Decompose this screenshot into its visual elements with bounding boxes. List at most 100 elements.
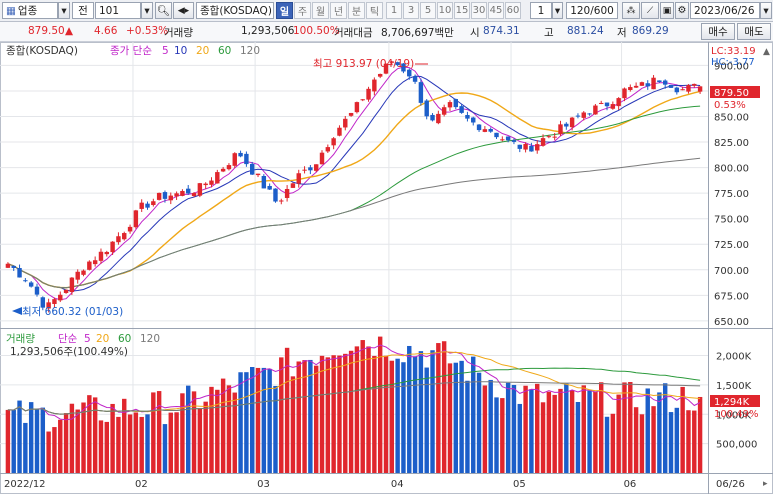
price-tick-label: 725.00	[714, 240, 749, 251]
candle-body	[325, 147, 331, 152]
volume-bar	[23, 422, 28, 473]
price-legend-ma-120: 120	[240, 45, 260, 57]
candle-body	[116, 236, 121, 243]
volume-bar	[81, 402, 86, 473]
candle-body	[412, 76, 418, 82]
volume-bar	[354, 346, 360, 473]
interval-button[interactable]: 60	[505, 2, 521, 19]
volume-bar	[104, 421, 110, 473]
buy-button[interactable]: 매수	[701, 23, 735, 40]
volume-bar	[540, 402, 546, 473]
market-dropdown-button[interactable]: ▾	[58, 2, 70, 19]
interval-button[interactable]: 3	[403, 2, 419, 19]
chevron-down-icon: ▾	[763, 4, 769, 17]
volume-bar	[226, 385, 232, 473]
period-tab[interactable]: 주	[294, 2, 311, 19]
calendar-button[interactable]: ▾	[760, 2, 772, 19]
date-tick-label: 2022/12	[4, 479, 46, 490]
search-button[interactable]: 🔍︎	[155, 2, 172, 19]
interval-button[interactable]: 5	[420, 2, 436, 19]
volume-bar	[331, 355, 336, 473]
volume-bar	[616, 394, 621, 473]
volume-bar	[279, 357, 284, 473]
interval-button[interactable]: 1	[386, 2, 402, 19]
settings-button[interactable]: ⚙	[675, 2, 689, 19]
chart-area[interactable]: 900.00875.00850.00825.00800.00775.00750.…	[0, 42, 773, 494]
lc-label: LC:33.19	[711, 46, 756, 57]
volume-ratio: 100.50%	[293, 25, 340, 37]
period-tab[interactable]: 월	[312, 2, 329, 19]
candle-body	[290, 183, 296, 188]
volume-bar	[383, 355, 389, 473]
candle-body	[692, 83, 697, 86]
candle-body	[575, 115, 581, 117]
candle-body	[447, 102, 453, 108]
period-tab[interactable]: 분	[348, 2, 365, 19]
candle-body	[110, 241, 115, 253]
candle-body	[52, 299, 57, 305]
volume-bar	[145, 414, 150, 473]
search-icon: 🔍︎	[156, 5, 171, 17]
candle-body	[249, 163, 255, 175]
volume-bar	[471, 356, 476, 473]
code-dropdown-button[interactable]: ▾	[141, 2, 153, 19]
candle-body	[215, 172, 220, 184]
period-tab[interactable]: 년	[330, 2, 347, 19]
volume-bar	[674, 407, 680, 473]
bar-count-input[interactable]: 120/600	[566, 2, 618, 19]
chart-tools-button[interactable]: ⁂	[622, 2, 640, 19]
volume-bar	[191, 391, 197, 473]
candle-body	[680, 89, 685, 91]
interval-button[interactable]: 10	[437, 2, 453, 19]
volume-bar	[401, 362, 406, 473]
sound-button[interactable]: ◀▸	[173, 2, 194, 19]
amount-label: 거래대금	[334, 27, 373, 39]
volume-bar	[395, 358, 400, 473]
candle-body	[17, 268, 22, 278]
last-volume-tag: 1,294K	[714, 397, 750, 408]
volume-legend-value: 1,293,506주(100.49%)	[10, 346, 128, 358]
volume-bar	[633, 407, 639, 473]
code-input[interactable]: 101	[95, 2, 141, 19]
candle-body	[238, 152, 243, 157]
price-tick-label: 800.00	[714, 164, 749, 175]
interval-button[interactable]: 15	[454, 2, 470, 19]
volume-bar	[261, 367, 267, 473]
volume-bar	[488, 379, 493, 473]
volume-bar	[255, 367, 261, 473]
candle-body	[145, 203, 150, 208]
market-select[interactable]: ▦ 업종	[2, 2, 58, 19]
candle-body	[81, 270, 86, 275]
volume-legend-ma-120: 120	[140, 333, 160, 345]
scroll-right-icon[interactable]: ▸	[763, 479, 768, 489]
candle-body	[529, 145, 534, 152]
draw-line-button[interactable]: ⟋	[641, 2, 659, 19]
volume-tick-label: 2,000K	[716, 352, 752, 363]
volume-bar	[98, 420, 104, 473]
period-tab[interactable]: 틱	[366, 2, 383, 19]
scroll-up-icon[interactable]: ▲	[763, 47, 770, 57]
candle-body	[494, 132, 499, 138]
sell-button[interactable]: 매도	[737, 23, 771, 40]
candle-body	[104, 251, 110, 255]
volume-bar	[412, 356, 418, 473]
candle-body	[98, 251, 104, 261]
price-tick-label: 825.00	[714, 138, 749, 149]
interval-button[interactable]: 45	[488, 2, 504, 19]
candle-body	[407, 69, 412, 77]
date-input[interactable]: 2023/06/26	[690, 2, 760, 19]
volume-bar	[209, 386, 214, 473]
candle-body	[273, 188, 278, 202]
interval-dropdown-button[interactable]: ▾	[552, 2, 563, 19]
volume-bar	[325, 357, 331, 473]
volume-bar	[535, 383, 540, 473]
interval-input[interactable]: 1	[530, 2, 552, 19]
interval-button[interactable]: 30	[471, 2, 487, 19]
save-button[interactable]: ▣	[660, 2, 674, 19]
volume-bar	[430, 350, 435, 473]
hc-label: HC:-3.77	[711, 57, 755, 68]
grid-icon: ▦	[6, 4, 16, 17]
volume-bar	[308, 359, 313, 473]
candle-body	[63, 289, 69, 293]
period-tab[interactable]: 일	[276, 2, 293, 19]
